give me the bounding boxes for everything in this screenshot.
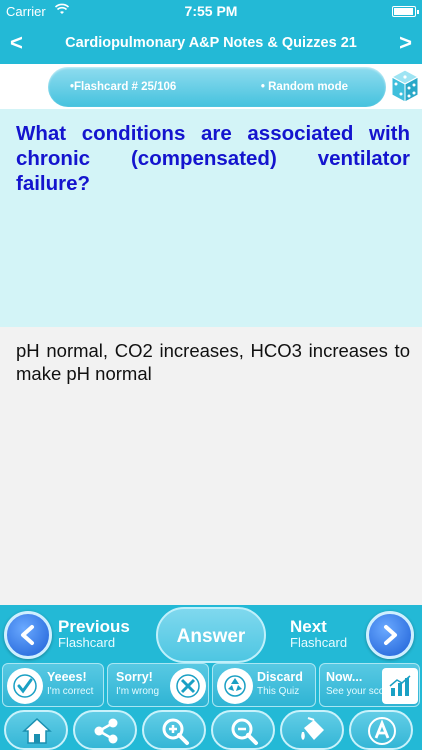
check-icon: [7, 668, 43, 704]
arrow-left-icon: [21, 625, 34, 645]
toolbar: [0, 707, 422, 750]
dice-icon[interactable]: [390, 68, 420, 106]
back-chevron-icon[interactable]: <: [10, 30, 23, 56]
zoom-in-button[interactable]: [142, 710, 206, 750]
forward-chevron-icon[interactable]: >: [399, 30, 412, 56]
question-text: What conditions are associated with chro…: [16, 122, 410, 195]
correct-button[interactable]: Yeees! I'm correct: [2, 663, 104, 707]
score-button[interactable]: Now... See your score: [319, 663, 420, 707]
wrong-button[interactable]: Sorry! I'm wrong: [107, 663, 209, 707]
bottom-controls: Previous Flashcard Answer Next Flashcard…: [0, 605, 422, 750]
flashcard-info-row: •Flashcard # 25/106 • Random mode: [0, 64, 422, 109]
status-time: 7:55 PM: [184, 3, 238, 19]
previous-flashcard-button[interactable]: [4, 611, 52, 659]
correct-sublabel: I'm correct: [47, 686, 94, 697]
previous-flashcard-label[interactable]: Previous Flashcard: [58, 618, 130, 650]
answer-panel: pH normal, CO2 increases, HCO3 increases…: [0, 327, 422, 605]
paint-bucket-button[interactable]: [280, 710, 344, 750]
discard-quiz-button[interactable]: Discard This Quiz: [212, 663, 316, 707]
font-icon: [368, 717, 396, 745]
navigation-row: Previous Flashcard Answer Next Flashcard: [0, 605, 422, 663]
page-title: Cardiopulmonary A&P Notes & Quizzes 21: [65, 35, 357, 51]
next-flashcard-label[interactable]: Next Flashcard: [290, 618, 347, 650]
header: Carrier 7:55 PM < Cardiopulmonary A&P No…: [0, 0, 422, 64]
previous-label-sub: Flashcard: [58, 635, 116, 650]
font-button[interactable]: [349, 710, 413, 750]
random-mode-label[interactable]: • Random mode: [261, 81, 348, 93]
status-bar: Carrier 7:55 PM: [0, 0, 422, 22]
next-flashcard-button[interactable]: [366, 611, 414, 659]
nav-bar: < Cardiopulmonary A&P Notes & Quizzes 21…: [0, 22, 422, 64]
result-row: Yeees! I'm correct Sorry! I'm wrong Disc…: [0, 663, 422, 707]
cross-icon: [170, 668, 206, 704]
question-panel: What conditions are associated with chro…: [0, 109, 422, 327]
paint-bucket-icon: [301, 717, 324, 740]
share-icon: [94, 718, 118, 744]
zoom-out-button[interactable]: [211, 710, 275, 750]
discard-sublabel: This Quiz: [257, 686, 300, 697]
zoom-out-icon: [231, 718, 258, 745]
correct-label: Yeees!: [47, 670, 87, 684]
battery-icon: [392, 6, 419, 17]
zoom-in-icon: [162, 718, 189, 745]
wrong-sublabel: I'm wrong: [116, 686, 160, 697]
answer-button-label: Answer: [176, 626, 246, 647]
home-button[interactable]: [4, 710, 68, 750]
chart-icon: [382, 668, 418, 704]
share-button[interactable]: [73, 710, 137, 750]
flashcard-info-pill: •Flashcard # 25/106 • Random mode: [48, 67, 386, 107]
home-icon: [22, 717, 52, 744]
next-label-sub: Flashcard: [290, 635, 348, 650]
discard-label: Discard: [257, 670, 303, 684]
score-label: Now...: [326, 670, 363, 684]
recycle-icon: [217, 668, 253, 704]
previous-label-main: Previous: [58, 617, 130, 636]
wrong-label: Sorry!: [116, 670, 153, 684]
arrow-right-icon: [384, 625, 397, 645]
next-label-main: Next: [290, 617, 327, 636]
answer-text: pH normal, CO2 increases, HCO3 increases…: [16, 340, 410, 384]
flashcard-counter: •Flashcard # 25/106: [70, 81, 177, 93]
answer-button[interactable]: Answer: [156, 607, 266, 663]
